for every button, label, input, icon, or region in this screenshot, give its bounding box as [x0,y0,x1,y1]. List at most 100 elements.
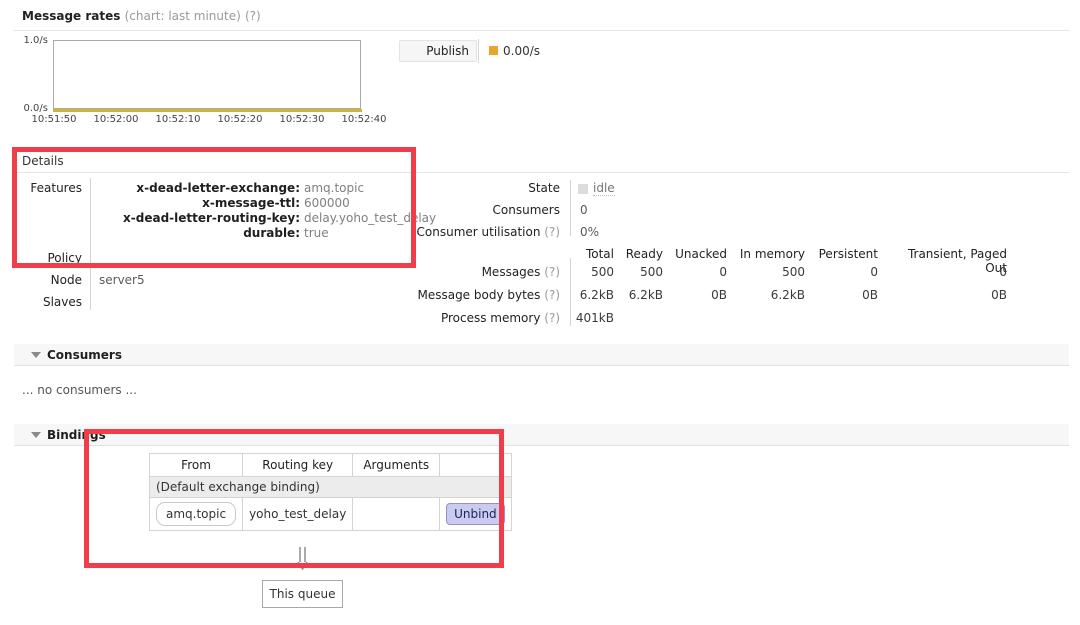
binding-arguments-cell [353,498,440,531]
body-bytes-persistent: 0B [808,288,878,302]
messages-in-memory: 500 [730,265,805,279]
chart-publish-series-line [53,109,362,112]
chart-x-tick-1: 10:52:00 [86,114,146,125]
chart-plot-area [53,40,361,109]
binding-action-cell: Unbind [440,498,512,531]
messages-help-icon[interactable]: (?) [544,265,560,279]
stats-col-ready: Ready [615,247,663,261]
messages-label: Messages (?) [400,265,560,279]
consumers-section-header[interactable] [14,344,1069,366]
bindings-table-header-row: From Routing key Arguments [150,454,512,477]
feature-key: durable: [100,226,300,240]
binding-routing-key-cell: yoho_test_delay [243,498,353,531]
state-label: State [400,181,560,195]
state-value: idle [593,181,615,196]
body-bytes-ready: 6.2kB [615,288,663,302]
consumer-utilisation-value: 0% [580,225,599,239]
consumer-utilisation-label: Consumer utilisation (?) [370,225,560,239]
feature-value: amq.topic [304,181,364,195]
bindings-col-arguments: Arguments [353,454,440,477]
default-exchange-binding-text: (Default exchange binding) [150,477,512,498]
message-body-bytes-label: Message body bytes (?) [370,288,560,302]
chart-x-tick-5: 10:52:40 [334,114,394,125]
legend-separator [478,39,479,63]
binding-arrow-icon [288,547,318,571]
feature-key: x-dead-letter-exchange: [100,181,300,195]
policy-label: Policy [0,251,82,265]
feature-value: 600000 [304,196,350,210]
message-rates-subtitle: (chart: last minute) [125,9,241,23]
node-value: server5 [99,273,145,287]
consumers-count-label: Consumers [400,203,560,217]
chart-y-tick-max: 1.0/s [0,35,48,46]
features-label: Features [0,181,82,195]
feature-key: x-dead-letter-routing-key: [100,211,300,225]
message-rates-heading: Message rates (chart: last minute) (?) [22,9,261,23]
message-rates-chart: 1.0/s 0.0/s 10:51:50 10:52:00 10:52:10 1… [0,34,400,129]
messages-ready: 500 [615,265,663,279]
queue-detail-page: Message rates (chart: last minute) (?) 1… [0,0,1080,625]
state-status-swatch [578,184,588,194]
chevron-down-icon[interactable] [31,352,41,358]
message-rates-divider [14,30,1069,31]
bindings-table: From Routing key Arguments (Default exch… [149,453,512,531]
feature-value: true [304,226,329,240]
table-row: amq.topic yoho_test_delay Unbind [150,498,512,531]
chart-x-tick-0: 10:51:50 [24,114,84,125]
consumers-empty-text: ... no consumers ... [22,383,137,397]
feature-row: x-message-ttl: 600000 [100,196,350,210]
bindings-col-routing-key: Routing key [243,454,353,477]
consumer-utilisation-text: Consumer utilisation [417,225,541,239]
publish-color-swatch [489,46,498,55]
messages-label-text: Messages [482,265,541,279]
consumer-utilisation-help-icon[interactable]: (?) [544,225,560,239]
stats-left-column-rule [570,180,571,236]
process-memory-label-text: Process memory [441,311,540,325]
stats-col-unacked: Unacked [665,247,727,261]
consumers-heading: Consumers [47,348,122,362]
details-heading: Details [22,154,64,168]
binding-from-cell: amq.topic [150,498,243,531]
process-memory-help-icon[interactable]: (?) [544,311,560,325]
this-queue-node: This queue [262,580,343,608]
body-bytes-total: 6.2kB [562,288,614,302]
consumers-count-value: 0 [580,203,588,217]
stats-col-total: Total [562,247,614,261]
exchange-link-amq-topic[interactable]: amq.topic [156,502,236,526]
process-memory-label: Process memory (?) [400,311,560,325]
stats-col-in-memory: In memory [730,247,805,261]
message-body-bytes-label-text: Message body bytes [417,288,540,302]
publish-legend-button[interactable]: Publish [399,40,477,62]
feature-row: x-dead-letter-routing-key:delay.yoho_tes… [100,211,436,225]
body-bytes-unacked: 0B [665,288,727,302]
messages-transient: 0 [885,265,1007,279]
messages-unacked: 0 [665,265,727,279]
publish-rate-value: 0.00/s [503,44,540,58]
feature-row: durable: true [100,226,329,240]
bindings-col-actions [440,454,512,477]
chart-x-tick-2: 10:52:10 [148,114,208,125]
bindings-heading: Bindings [47,428,106,442]
unbind-button[interactable]: Unbind [446,503,505,525]
chart-y-tick-min: 0.0/s [0,103,48,114]
slaves-label: Slaves [0,295,82,309]
node-label: Node [0,273,82,287]
message-rates-help-icon[interactable]: (?) [245,9,261,23]
process-memory-value: 401kB [562,311,614,325]
chart-x-tick-4: 10:52:30 [272,114,332,125]
body-bytes-transient: 0B [885,288,1007,302]
bindings-default-row: (Default exchange binding) [150,477,512,498]
details-divider [14,172,1069,173]
bindings-col-from: From [150,454,243,477]
feature-row: x-dead-letter-exchange: amq.topic [100,181,364,195]
body-bytes-in-memory: 6.2kB [730,288,805,302]
message-rates-title: Message rates [22,9,120,23]
details-left-column-rule [90,178,91,310]
message-body-bytes-help-icon[interactable]: (?) [544,288,560,302]
messages-persistent: 0 [808,265,878,279]
chart-x-tick-3: 10:52:20 [210,114,270,125]
stats-col-persistent: Persistent [808,247,878,261]
feature-key: x-message-ttl: [100,196,300,210]
chevron-down-icon[interactable] [31,432,41,438]
bindings-section-header[interactable] [14,424,1069,446]
